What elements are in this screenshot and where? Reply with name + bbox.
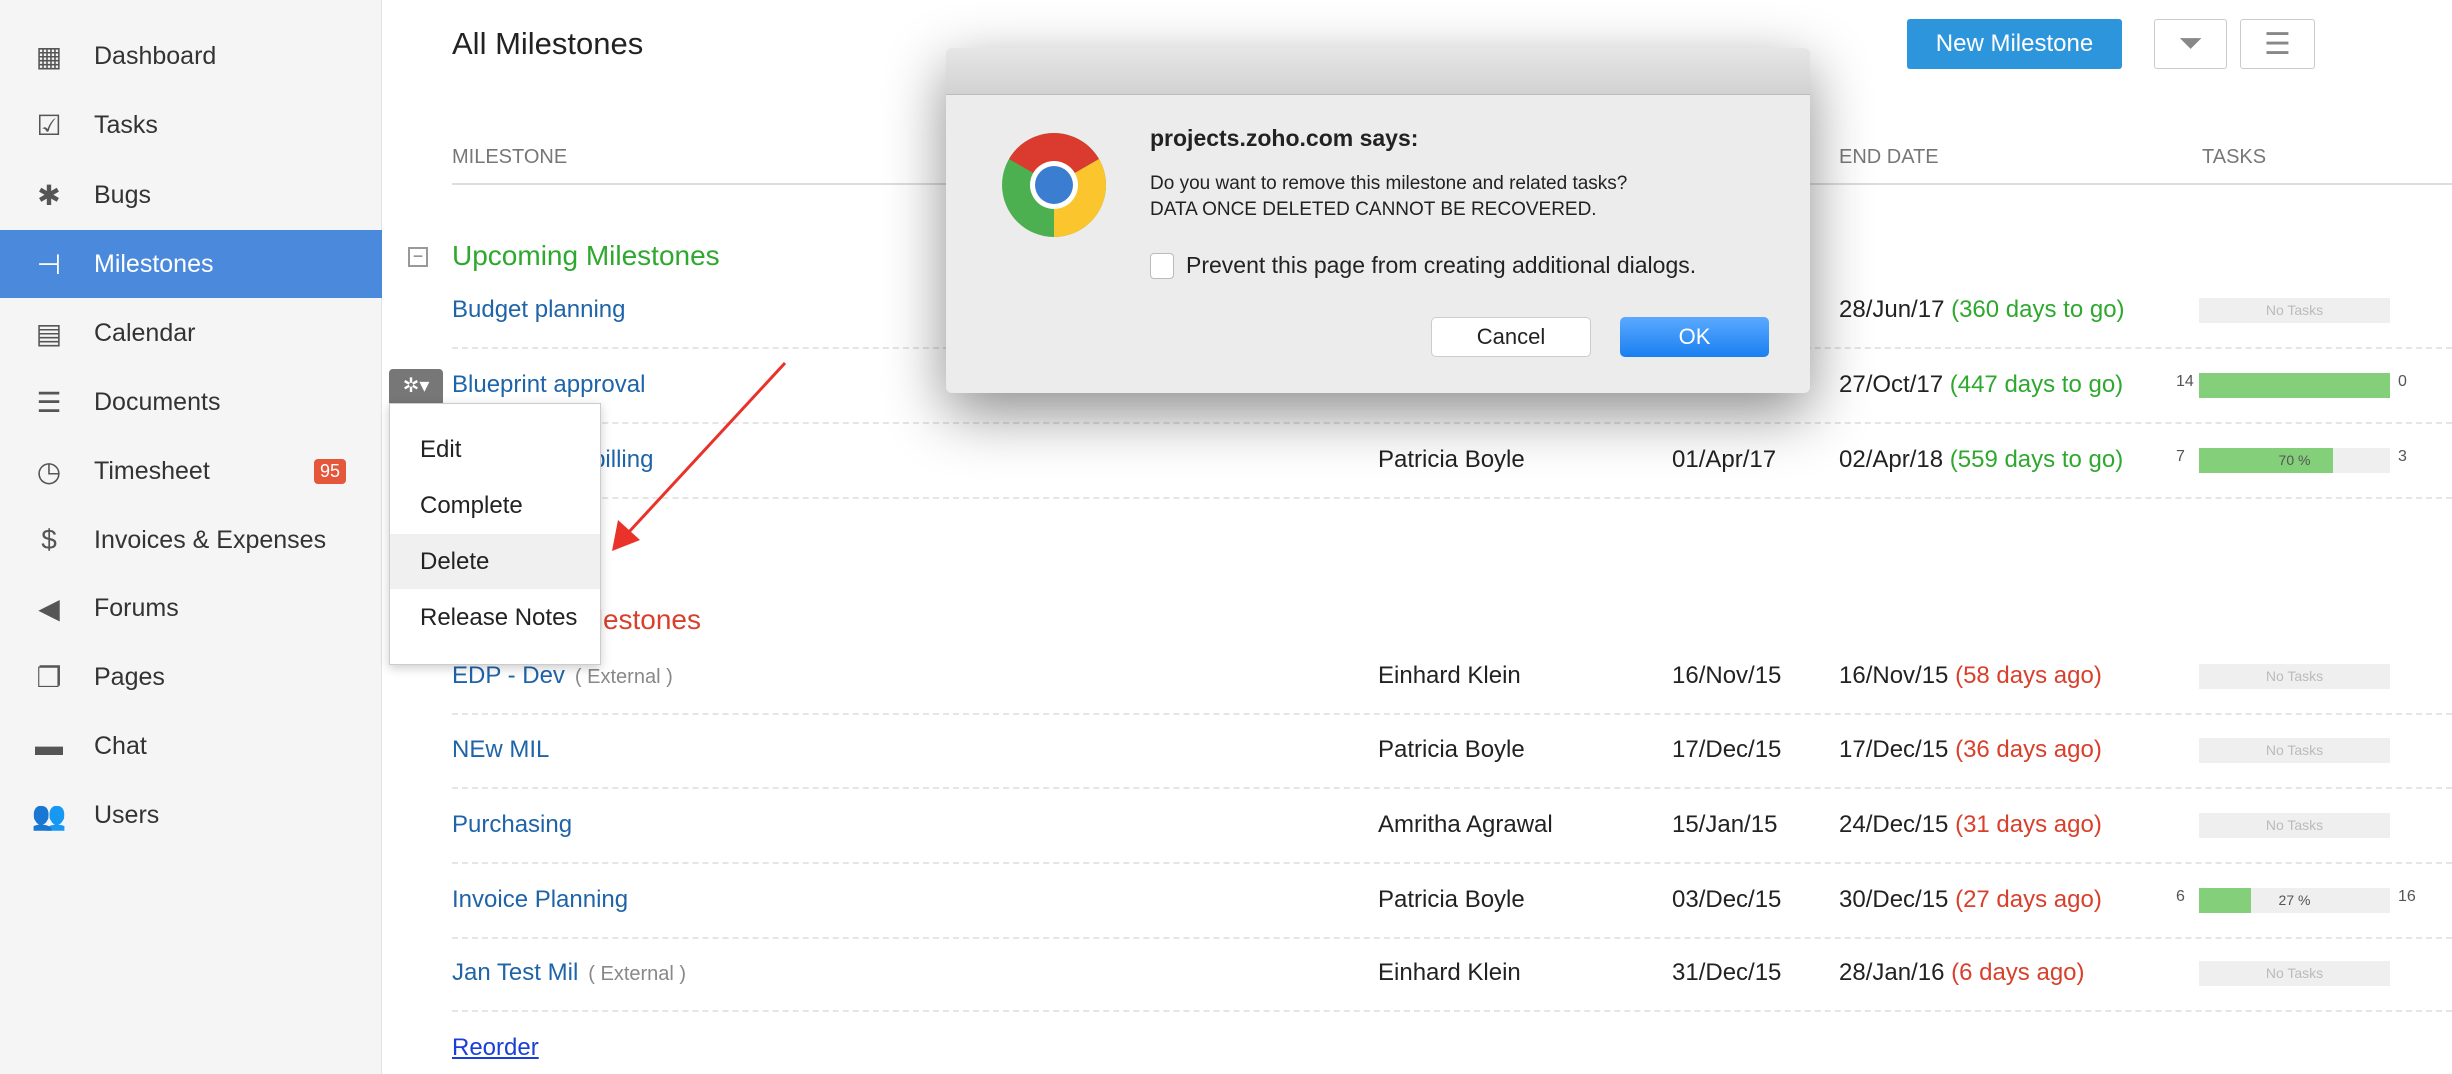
chrome-logo-icon: [1002, 133, 1106, 237]
dialog-message: Do you want to remove this milestone and…: [1150, 173, 1628, 194]
prevent-dialogs-label[interactable]: Prevent this page from creating addition…: [1186, 252, 1696, 279]
dialog-titlebar: [946, 48, 1810, 95]
cancel-button[interactable]: Cancel: [1431, 317, 1591, 357]
confirm-dialog: projects.zoho.com says: Do you want to r…: [946, 48, 1810, 393]
dialog-title: projects.zoho.com says:: [1150, 125, 1419, 151]
ok-button[interactable]: OK: [1620, 317, 1769, 357]
dialog-warning: DATA ONCE DELETED CANNOT BE RECOVERED.: [1150, 199, 1597, 220]
prevent-dialogs-checkbox[interactable]: [1150, 253, 1174, 279]
